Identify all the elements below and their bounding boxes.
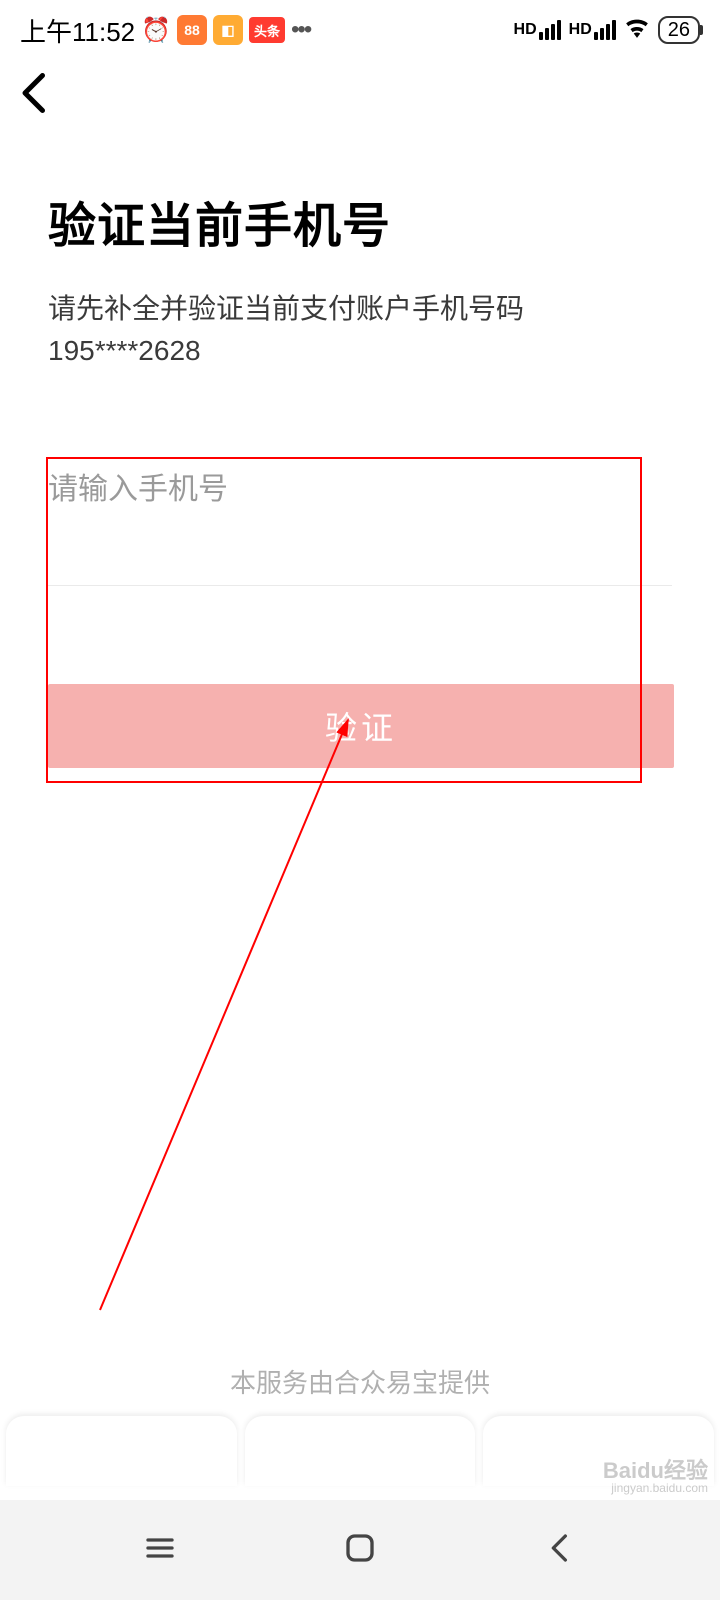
- hd-label-2: HD: [569, 21, 592, 39]
- menu-icon: [144, 1532, 176, 1564]
- signal-2: HD: [569, 20, 616, 40]
- subtitle: 请先补全并验证当前支付账户手机号码 195****2628: [48, 288, 672, 372]
- app-icon-2: ◧: [213, 15, 243, 45]
- watermark: Baidu经验 jingyan.baidu.com: [603, 1460, 708, 1494]
- chevron-left-icon: [20, 73, 50, 113]
- phone-input-label: 请输入手机号: [48, 464, 672, 508]
- recents-button[interactable]: [124, 1512, 196, 1589]
- signal-bars-icon: [539, 20, 561, 40]
- service-provider-footer: 本服务由合众易宝提供: [0, 1363, 720, 1400]
- subtitle-prefix: 请先补全并验证当前支付账户手机号码: [48, 293, 524, 324]
- status-time: 上午11:52: [20, 12, 135, 49]
- watermark-main: Baidu经验: [603, 1458, 708, 1483]
- watermark-sub: jingyan.baidu.com: [603, 1482, 708, 1494]
- more-dots-icon: •••: [291, 16, 310, 44]
- hd-label-1: HD: [514, 21, 537, 39]
- toutiao-icon: 头条: [249, 17, 285, 43]
- verify-button-label: 验证: [325, 703, 397, 749]
- home-icon: [344, 1532, 376, 1564]
- masked-phone: 195****2628: [48, 335, 201, 366]
- back-button[interactable]: [10, 63, 60, 128]
- wifi-icon: [624, 16, 650, 45]
- footer-tab-2[interactable]: [245, 1416, 476, 1486]
- app-nav: [0, 60, 720, 130]
- status-left: 上午11:52 ⏰ 88 ◧ 头条 •••: [20, 12, 310, 49]
- signal-bars-icon-2: [594, 20, 616, 40]
- chevron-left-icon: [544, 1532, 576, 1564]
- alarm-icon: ⏰: [141, 16, 171, 45]
- battery-level: 26: [668, 19, 690, 42]
- system-nav-bar: [0, 1500, 720, 1600]
- content: 验证当前手机号 请先补全并验证当前支付账户手机号码 195****2628 请输…: [0, 186, 720, 768]
- battery-indicator: 26: [658, 16, 700, 44]
- phone-input[interactable]: [48, 526, 672, 586]
- app-icon-1: 88: [177, 15, 207, 45]
- system-back-button[interactable]: [524, 1512, 596, 1589]
- status-right: HD HD 26: [514, 16, 700, 45]
- page-title: 验证当前手机号: [48, 186, 672, 256]
- verify-button[interactable]: 验证: [48, 684, 674, 768]
- home-button[interactable]: [324, 1512, 396, 1589]
- signal-1: HD: [514, 20, 561, 40]
- footer-tab-1[interactable]: [6, 1416, 237, 1486]
- status-bar: 上午11:52 ⏰ 88 ◧ 头条 ••• HD HD 26: [0, 0, 720, 60]
